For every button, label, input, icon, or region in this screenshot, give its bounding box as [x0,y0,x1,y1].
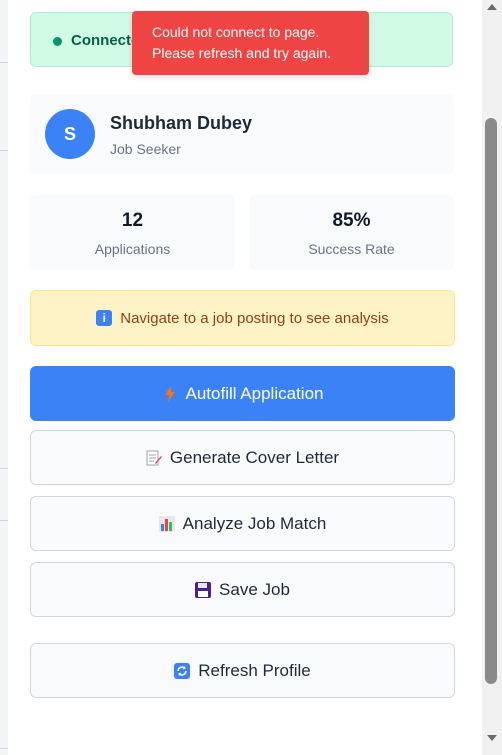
floppy-disk-icon [195,581,212,598]
background-divider [0,62,8,63]
profile-role: Job Seeker [110,141,181,157]
info-banner: i Navigate to a job posting to see analy… [30,290,455,346]
error-toast: Could not connect to page. Please refres… [132,11,369,75]
profile-card: S Shubham Dubey Job Seeker [30,94,454,174]
lightning-icon [162,385,178,402]
profile-name: Shubham Dubey [110,113,253,133]
bar-chart-icon [158,515,175,532]
stat-label: Success Rate [308,241,395,257]
scrollbar-thumb[interactable] [485,118,497,684]
generate-cover-letter-label: Generate Cover Letter [169,447,340,467]
refresh-profile-button[interactable]: Refresh Profile [30,643,455,698]
analyze-job-match-button[interactable]: Analyze Job Match [30,496,455,551]
autofill-button[interactable]: Autofill Application [30,366,455,421]
save-job-button[interactable]: Save Job [30,562,455,617]
refresh-profile-label: Refresh Profile [198,660,311,680]
memo-icon [146,450,162,466]
info-icon: i [96,310,113,326]
scroll-up-arrow-icon[interactable] [487,4,497,10]
analyze-job-match-label: Analyze Job Match [182,513,327,533]
extension-panel: Connected S Shubham Dubey Job Seeker 12 … [8,0,482,755]
status-dot-icon [53,37,62,46]
save-job-label: Save Job [219,579,290,599]
error-toast-line-2: Please refresh and try again. [152,45,331,61]
stat-value: 85% [332,210,371,231]
autofill-button-label: Autofill Application [185,383,324,403]
scroll-down-arrow-icon[interactable] [487,735,497,741]
vertical-scrollbar[interactable] [482,0,502,755]
background-divider [0,150,8,151]
stat-card-applications: 12 Applications [30,195,235,270]
avatar: S [45,109,95,159]
stat-card-success-rate: 85% Success Rate [249,195,454,270]
stat-value: 12 [121,210,144,231]
stat-label: Applications [94,241,171,257]
background-divider [0,468,8,469]
background-divider [0,520,8,521]
background-divider [0,748,8,749]
info-banner-text: Navigate to a job posting to see analysi… [120,309,389,327]
generate-cover-letter-button[interactable]: Generate Cover Letter [30,430,455,485]
refresh-icon [174,662,191,679]
error-toast-line-1: Could not connect to page. [152,24,320,40]
